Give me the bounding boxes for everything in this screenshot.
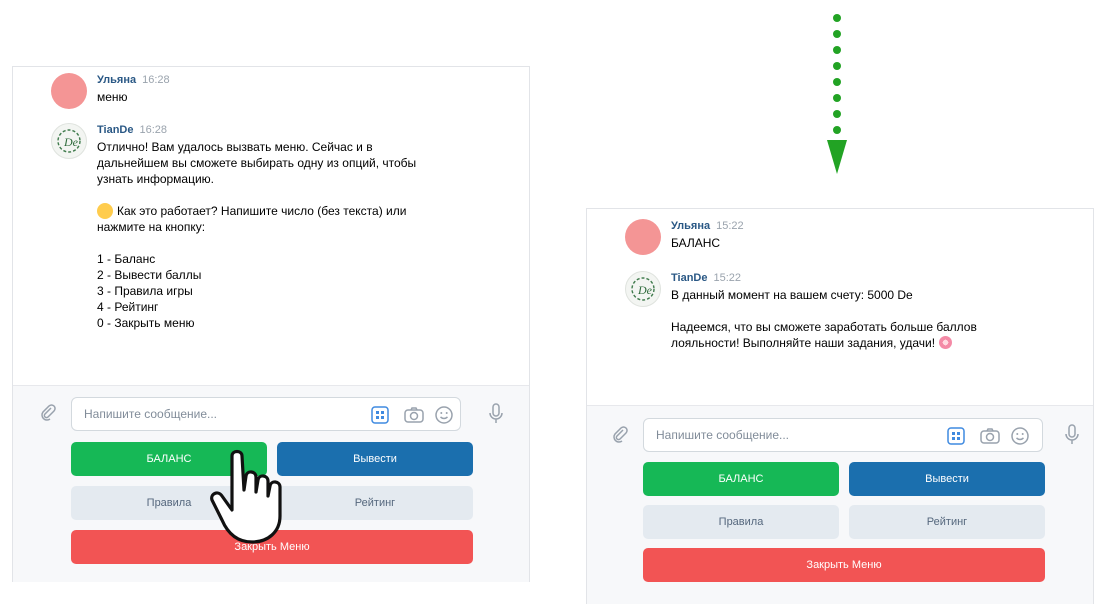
message-text: БАЛАНС: [671, 236, 721, 250]
message-author[interactable]: TianDe: [671, 272, 707, 284]
withdraw-button[interactable]: Вывести: [849, 462, 1045, 496]
input-placeholder: Напишите сообщение...: [84, 407, 218, 421]
camera-icon[interactable]: [980, 426, 1000, 446]
svg-text:De: De: [637, 283, 653, 297]
keyboard-icon[interactable]: [370, 405, 390, 425]
message-input[interactable]: Напишите сообщение...: [643, 418, 1043, 452]
message-author[interactable]: Ульяна: [671, 220, 710, 232]
message-text: Отлично! Вам удалось вызвать меню. Сейча…: [97, 140, 417, 330]
message-user: Ульяна 15:22 БАЛАНС: [625, 219, 744, 255]
keyboard-icon[interactable]: [946, 426, 966, 446]
microphone-icon[interactable]: [485, 401, 507, 427]
smile-icon[interactable]: [434, 405, 454, 425]
message-author[interactable]: Ульяна: [97, 74, 136, 86]
message-user: Ульяна 16:28 меню: [51, 73, 170, 109]
paperclip-icon[interactable]: [609, 423, 631, 445]
flower-emoji-icon: [939, 336, 953, 349]
balance-button[interactable]: БАЛАНС: [643, 462, 839, 496]
message-time: 15:22: [716, 220, 744, 232]
svg-text:De: De: [63, 135, 79, 149]
message-time: 16:28: [139, 124, 168, 136]
message-author[interactable]: TianDe: [97, 124, 133, 136]
message-text: меню: [97, 90, 128, 104]
input-placeholder: Напишите сообщение...: [656, 428, 790, 442]
rating-button[interactable]: Рейтинг: [849, 505, 1045, 539]
rules-button[interactable]: Правила: [643, 505, 839, 539]
user-avatar[interactable]: [51, 73, 87, 109]
user-avatar[interactable]: [625, 219, 661, 255]
composer: Напишите сообщение... БАЛАНС Вывести Пра…: [587, 405, 1093, 604]
close-menu-button[interactable]: Закрыть Меню: [643, 548, 1045, 582]
message-text: В данный момент на вашем счету: 5000 De …: [671, 288, 977, 350]
tiande-logo-icon[interactable]: De: [625, 271, 661, 307]
paperclip-icon[interactable]: [37, 401, 59, 423]
message-bot: De TianDe 15:22 В данный момент на вашем …: [625, 271, 977, 351]
message-bot: De TianDe 16:28 Отлично! Вам удалось вызв…: [51, 123, 416, 331]
message-time: 16:28: [142, 74, 170, 86]
message-input[interactable]: Напишите сообщение...: [71, 397, 461, 431]
camera-icon[interactable]: [404, 405, 424, 425]
chat-window-after: Ульяна 15:22 БАЛАНС De TianDe 15:22 В данн…: [586, 208, 1094, 604]
tiande-logo-icon[interactable]: De: [51, 123, 87, 159]
pointing-hand-icon: [210, 446, 310, 546]
dotted-arrow-down-icon: [826, 10, 848, 183]
microphone-icon[interactable]: [1061, 422, 1083, 448]
message-time: 15:22: [713, 272, 742, 284]
thinking-emoji-icon: [97, 203, 113, 219]
smile-icon[interactable]: [1010, 426, 1030, 446]
